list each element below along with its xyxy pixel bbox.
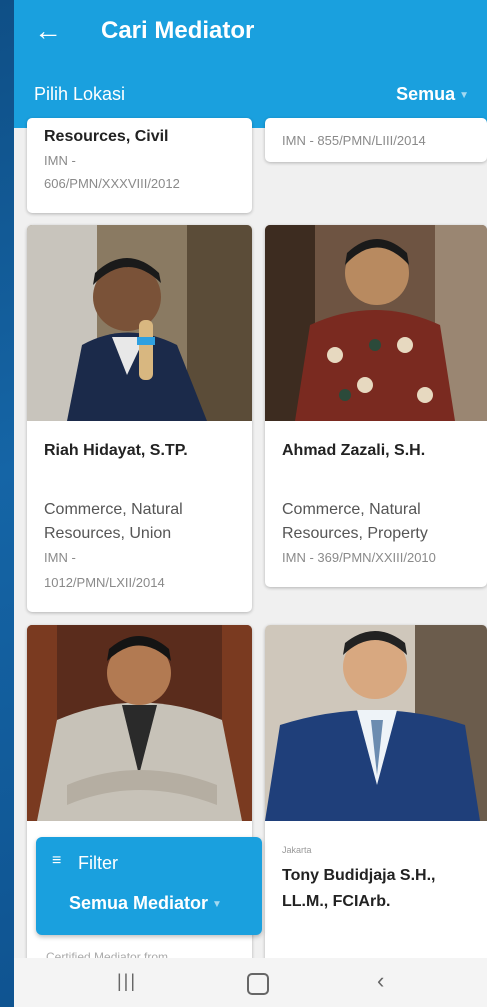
mediator-photo	[265, 625, 487, 821]
chevron-down-icon: ▼	[459, 89, 469, 101]
mediator-card[interactable]: Riah Hidayat, S.TP. Commerce, Natural Re…	[27, 225, 252, 612]
mediator-name: Ahmad Zazali, S.H.	[282, 442, 426, 459]
mediator-name: Riah Hidayat, S.TP.	[44, 442, 188, 459]
filter-label: Filter	[78, 853, 118, 873]
chevron-down-icon: ▼	[212, 898, 222, 910]
location-select[interactable]: Semua ▼	[396, 84, 469, 105]
mediator-imn-2: 1012/PMN/LXII/2014	[44, 575, 165, 590]
mediator-card[interactable]: Ahmad Zazali, S.H. Commerce, Natural Res…	[265, 225, 487, 587]
mediator-imn-1: IMN -	[44, 550, 76, 565]
page-title: Cari Mediator	[101, 17, 255, 44]
mediator-photo	[27, 225, 252, 421]
mediator-specialty-2: Resources, Union	[44, 525, 172, 542]
mediator-city: Jakarta	[282, 845, 312, 855]
app-bar: ← Cari Mediator Pilih Lokasi Semua ▼	[14, 0, 487, 128]
mediator-card[interactable]: Jakarta Tony Budidjaja S.H., LL.M., FCIA…	[265, 625, 487, 965]
mediator-specialty: Resources, Civil	[44, 128, 169, 145]
mediator-specialty-1: Commerce, Natural	[282, 501, 421, 518]
mediator-name-2: LL.M., FCIArb.	[282, 893, 391, 910]
mediator-photo	[27, 625, 252, 821]
mediator-card[interactable]: IMN - 855/PMN/LIII/2014	[265, 118, 487, 162]
filter-icon: ≡	[52, 852, 62, 869]
app-frame: ← Cari Mediator Pilih Lokasi Semua ▼ Reso…	[14, 0, 487, 1007]
system-navbar: ||| ‹	[14, 958, 487, 1007]
location-label: Pilih Lokasi	[34, 84, 126, 104]
recent-apps-icon[interactable]: |||	[117, 971, 137, 992]
mediator-imn-1: IMN -	[44, 153, 76, 168]
back-chevron-icon[interactable]: ‹	[377, 968, 384, 994]
filter-panel[interactable]: ≡ Filter Semua Mediator ▼	[36, 837, 262, 935]
mediator-name-1: Tony Budidjaja S.H.,	[282, 867, 436, 884]
mediator-imn: IMN - 369/PMN/XXIII/2010	[282, 550, 436, 565]
mediator-specialty-1: Commerce, Natural	[44, 501, 183, 518]
home-icon[interactable]	[247, 973, 269, 995]
mediator-imn: IMN - 855/PMN/LIII/2014	[282, 133, 426, 148]
mediator-card[interactable]: Resources, Civil IMN - 606/PMN/XXXVIII/2…	[27, 118, 252, 213]
mediator-imn-2: 606/PMN/XXXVIII/2012	[44, 176, 180, 191]
arrow-left-icon[interactable]: ←	[34, 14, 62, 48]
mediator-specialty-2: Resources, Property	[282, 525, 428, 542]
filter-select[interactable]: Semua Mediator ▼	[69, 893, 222, 914]
mediator-photo	[265, 225, 487, 421]
